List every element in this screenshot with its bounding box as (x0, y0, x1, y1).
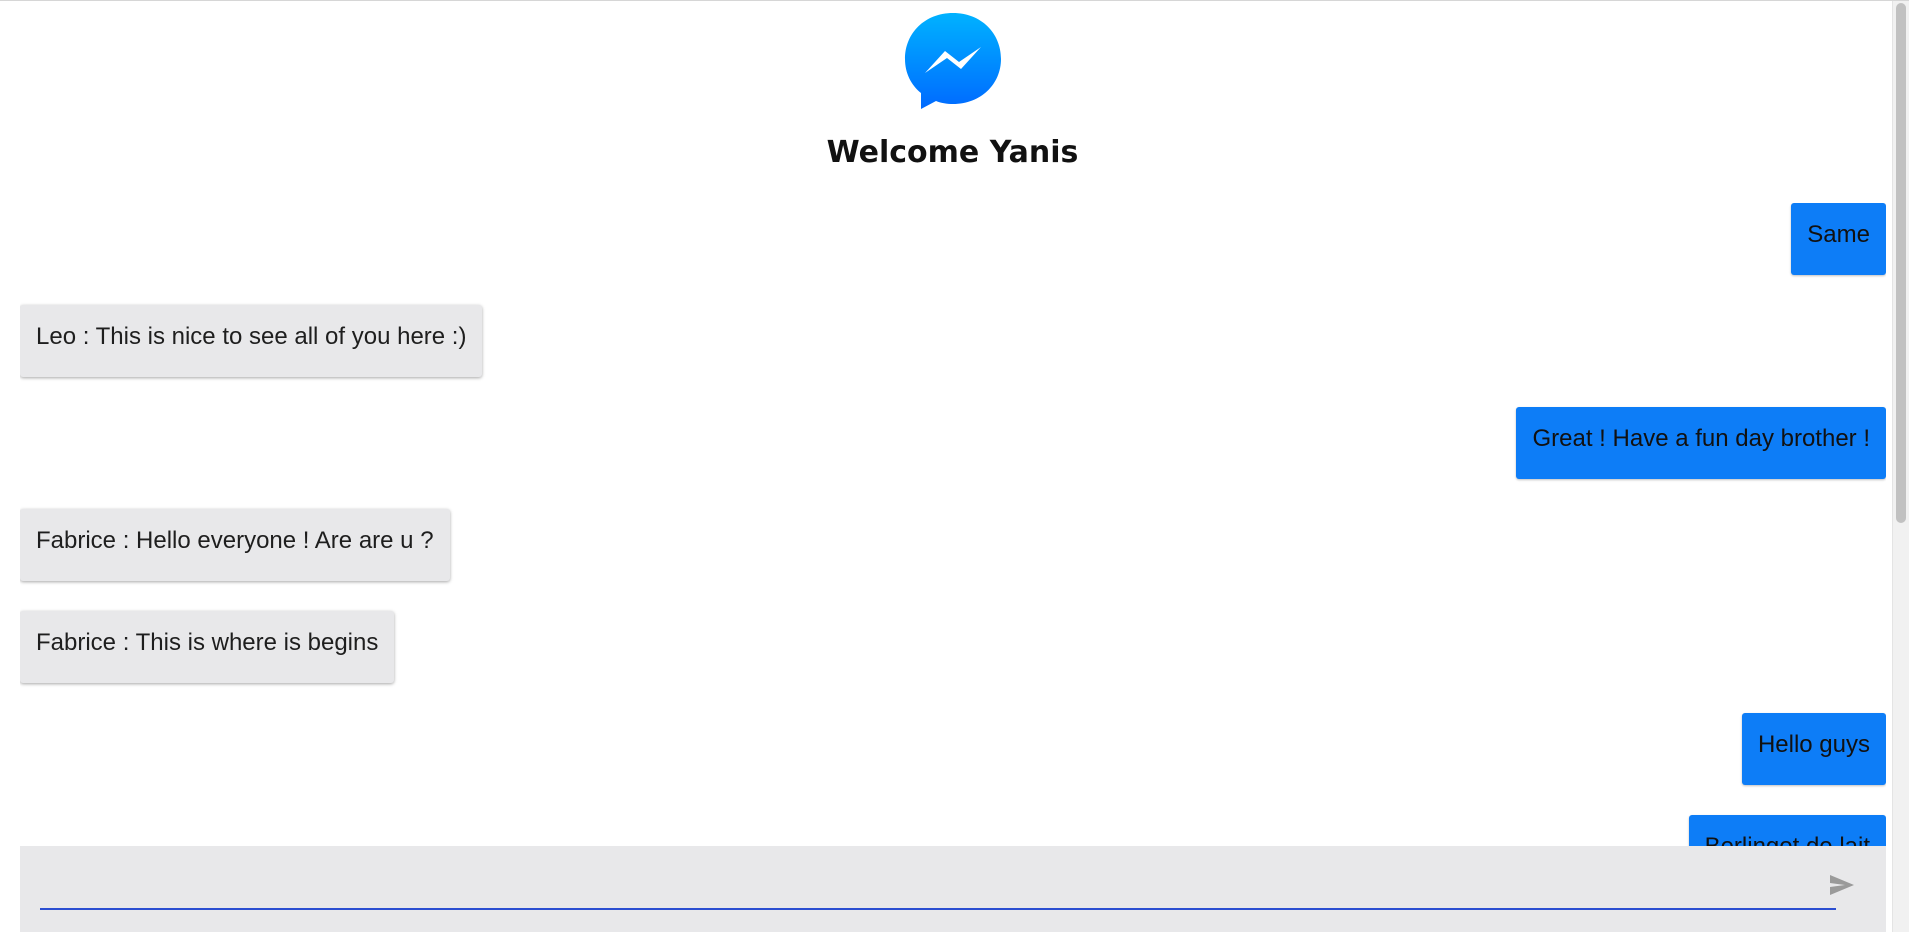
message-row: Fabrice : This is where is begins (20, 611, 1886, 713)
message-bubble-own: Hello guys (1741, 713, 1886, 785)
message-input[interactable] (40, 860, 1836, 910)
chat-page: Welcome Yanis Same Leo : This is nice to… (0, 0, 1909, 932)
message-row: Same (20, 203, 1886, 305)
message-row: Leo : This is nice to see all of you her… (20, 305, 1886, 407)
vertical-scrollbar[interactable] (1892, 1, 1909, 932)
send-button[interactable] (1825, 868, 1859, 902)
message-bubble-own: Same (1791, 203, 1886, 275)
message-bubble-other: Fabrice : Hello everyone ! Are are u ? (20, 509, 450, 581)
message-bubble-other: Leo : This is nice to see all of you her… (20, 305, 483, 377)
message-composer (20, 846, 1886, 932)
scrollbar-thumb[interactable] (1896, 3, 1906, 523)
message-bubble-other: Fabrice : This is where is begins (20, 611, 395, 683)
messenger-logo-icon (905, 13, 1001, 109)
send-icon (1830, 875, 1854, 895)
chat-header: Welcome Yanis (0, 1, 1909, 191)
message-row: Great ! Have a fun day brother ! (20, 407, 1886, 509)
message-row: Fabrice : Hello everyone ! Are are u ? (20, 509, 1886, 611)
page-title: Welcome Yanis (826, 135, 1079, 170)
message-list[interactable]: Same Leo : This is nice to see all of yo… (20, 203, 1886, 851)
message-bubble-own: Great ! Have a fun day brother ! (1516, 407, 1886, 479)
message-row: Hello guys (20, 713, 1886, 815)
